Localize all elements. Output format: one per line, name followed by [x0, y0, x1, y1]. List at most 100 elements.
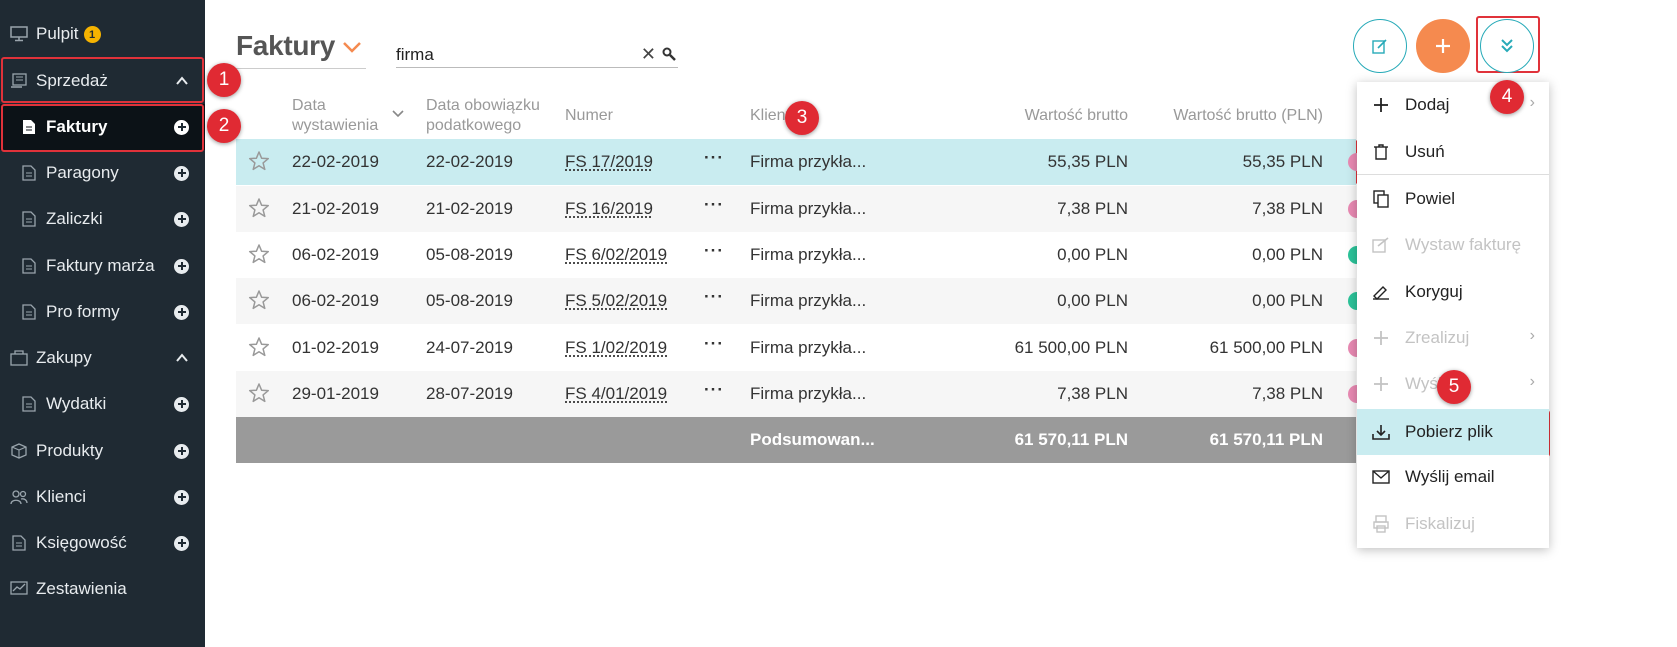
add-icon[interactable] — [174, 119, 189, 135]
invoice-number-link[interactable]: FS 6/02/2019 — [565, 245, 667, 265]
menu-item-usun[interactable]: Usuń — [1357, 129, 1549, 175]
sidebar-item-label: Zestawienia — [36, 579, 127, 598]
cell-client: Firma przykła... — [750, 199, 867, 218]
row-more-button[interactable]: ··· — [704, 148, 724, 168]
add-icon[interactable] — [174, 258, 189, 274]
sidebar-item-label: Zakupy — [36, 348, 92, 367]
sidebar-item-label: Faktury marża — [46, 256, 155, 275]
menu-item-powiel[interactable]: Powiel — [1357, 176, 1549, 222]
row-more-button[interactable]: ··· — [704, 195, 724, 215]
double-chevron-down-icon — [1501, 39, 1513, 53]
sidebar-item-produkty[interactable]: Produkty — [0, 428, 205, 474]
add-icon[interactable] — [174, 211, 189, 227]
sidebar-item-zaliczki[interactable]: Zaliczki — [0, 196, 205, 242]
cell-gross: 7,38 PLN — [1057, 384, 1128, 403]
edit-icon — [1372, 39, 1387, 54]
table-row[interactable]: 01-02-2019 24-07-2019 FS 1/02/2019 ··· Firma… — [236, 325, 1360, 371]
add-icon[interactable] — [174, 535, 189, 551]
sidebar-item-label: Sprzedaż — [36, 71, 108, 90]
chevron-up-icon[interactable] — [175, 74, 189, 88]
sidebar-item-paragony[interactable]: Paragony — [0, 150, 205, 196]
sidebar-item-zestawienia[interactable]: Zestawienia — [0, 566, 205, 612]
sort-chevron-icon[interactable] — [391, 109, 405, 119]
menu-item-label: Powiel — [1405, 189, 1456, 208]
plus-icon — [1371, 95, 1391, 115]
star-icon[interactable] — [248, 382, 270, 404]
invoice-number-link[interactable]: FS 17/2019 — [565, 152, 653, 172]
column-header-date-issued[interactable]: Data wystawienia — [292, 96, 378, 136]
table-row[interactable]: 21-02-2019 21-02-2019 FS 16/2019 ··· Firma p… — [236, 186, 1360, 232]
sidebar-item-label: Produkty — [36, 441, 104, 460]
printer-icon — [1371, 514, 1391, 534]
clear-icon[interactable]: ✕ — [641, 44, 656, 65]
add-icon[interactable] — [174, 304, 189, 320]
sidebar-item-label: Faktury — [46, 117, 108, 136]
sidebar-item-ksiegowosc[interactable]: Księgowość — [0, 520, 205, 566]
star-icon[interactable] — [248, 150, 270, 172]
add-icon[interactable] — [174, 165, 189, 181]
menu-item-label: Wyślij email — [1405, 467, 1495, 486]
invoice-number-link[interactable]: FS 16/2019 — [565, 199, 653, 219]
chevron-up-icon[interactable] — [175, 351, 189, 365]
search-icon[interactable] — [662, 47, 676, 61]
chevron-right-icon: › — [1529, 94, 1535, 111]
sidebar-item-sprzedaz[interactable]: Sprzedaż — [0, 58, 205, 104]
cell-tax-date: 21-02-2019 — [426, 199, 513, 218]
cell-client: Firma przykła... — [750, 152, 867, 171]
add-icon[interactable] — [174, 443, 189, 459]
menu-item-label: Zrealizuj — [1405, 328, 1470, 347]
download-icon — [1371, 422, 1391, 442]
more-actions-button[interactable] — [1480, 19, 1534, 73]
sidebar-item-label: Klienci — [36, 487, 87, 506]
menu-item-wyslij-email[interactable]: Wyślij email — [1357, 454, 1549, 500]
star-icon[interactable] — [248, 197, 270, 219]
star-icon[interactable] — [248, 289, 270, 311]
sidebar-item-faktury[interactable]: Faktury — [0, 104, 205, 150]
cell-date-issued: 06-02-2019 — [292, 245, 379, 264]
column-header-gross[interactable]: Wartość brutto — [948, 106, 1128, 126]
table-row[interactable]: 29-01-2019 28-07-2019 FS 4/01/2019 ··· Firma… — [236, 371, 1360, 417]
document-icon — [20, 257, 38, 275]
document-icon — [20, 303, 38, 321]
search-input[interactable]: firma ✕ — [396, 44, 678, 68]
invoice-number-link[interactable]: FS 1/02/2019 — [565, 338, 667, 358]
column-header-gross-pln[interactable]: Wartość brutto (PLN) — [1140, 106, 1323, 126]
table-row[interactable]: 06-02-2019 05-08-2019 FS 6/02/2019 ··· Firma… — [236, 232, 1360, 278]
sidebar-item-wydatki[interactable]: Wydatki — [0, 381, 205, 427]
monitor-icon — [10, 25, 28, 43]
column-header-number[interactable]: Numer — [565, 106, 613, 126]
column-header-client[interactable]: Klient — [750, 106, 790, 126]
actions-dropdown: Dodaj › Usuń Powiel Wystaw fakturę Koryguj Zre… — [1357, 82, 1549, 548]
cell-gross-pln: 0,00 PLN — [1252, 245, 1323, 264]
sidebar-item-klienci[interactable]: Klienci — [0, 474, 205, 520]
plus-icon — [1371, 328, 1391, 348]
add-icon[interactable] — [174, 489, 189, 505]
row-more-button[interactable]: ··· — [704, 380, 724, 400]
edit-button[interactable] — [1353, 19, 1407, 73]
annotation-marker-1: 1 — [207, 63, 241, 97]
table-row[interactable]: 06-02-2019 05-08-2019 FS 5/02/2019 ··· Firma… — [236, 278, 1360, 324]
star-icon[interactable] — [248, 243, 270, 265]
sidebar-item-zakupy[interactable]: Zakupy — [0, 335, 205, 381]
cell-date-issued: 01-02-2019 — [292, 338, 379, 357]
table-row[interactable]: 22-02-2019 22-02-2019 FS 17/2019 ··· Firma p… — [236, 139, 1360, 185]
sidebar-item-pulpit[interactable]: Pulpit 1 — [0, 11, 205, 57]
invoice-number-link[interactable]: FS 4/01/2019 — [565, 384, 667, 404]
sidebar-item-faktury-marza[interactable]: Faktury marża — [0, 243, 205, 289]
add-invoice-button[interactable] — [1416, 19, 1470, 73]
row-more-button[interactable]: ··· — [704, 334, 724, 354]
sidebar-item-pro-formy[interactable]: Pro formy — [0, 289, 205, 335]
row-more-button[interactable]: ··· — [704, 241, 724, 261]
document-icon — [20, 395, 38, 413]
row-more-button[interactable]: ··· — [704, 287, 724, 307]
menu-item-koryguj[interactable]: Koryguj — [1357, 269, 1549, 315]
cell-gross-pln: 7,38 PLN — [1252, 199, 1323, 218]
star-icon[interactable] — [248, 336, 270, 358]
search-value[interactable]: firma — [396, 45, 434, 65]
menu-item-pobierz-plik[interactable]: Pobierz plik — [1357, 409, 1549, 455]
column-header-tax-date[interactable]: Data obowiązku podatkowego — [426, 96, 540, 136]
invoice-number-link[interactable]: FS 5/02/2019 — [565, 291, 667, 311]
chevron-down-icon[interactable] — [342, 40, 362, 54]
add-icon[interactable] — [174, 396, 189, 412]
page-title: Faktury — [236, 30, 336, 61]
